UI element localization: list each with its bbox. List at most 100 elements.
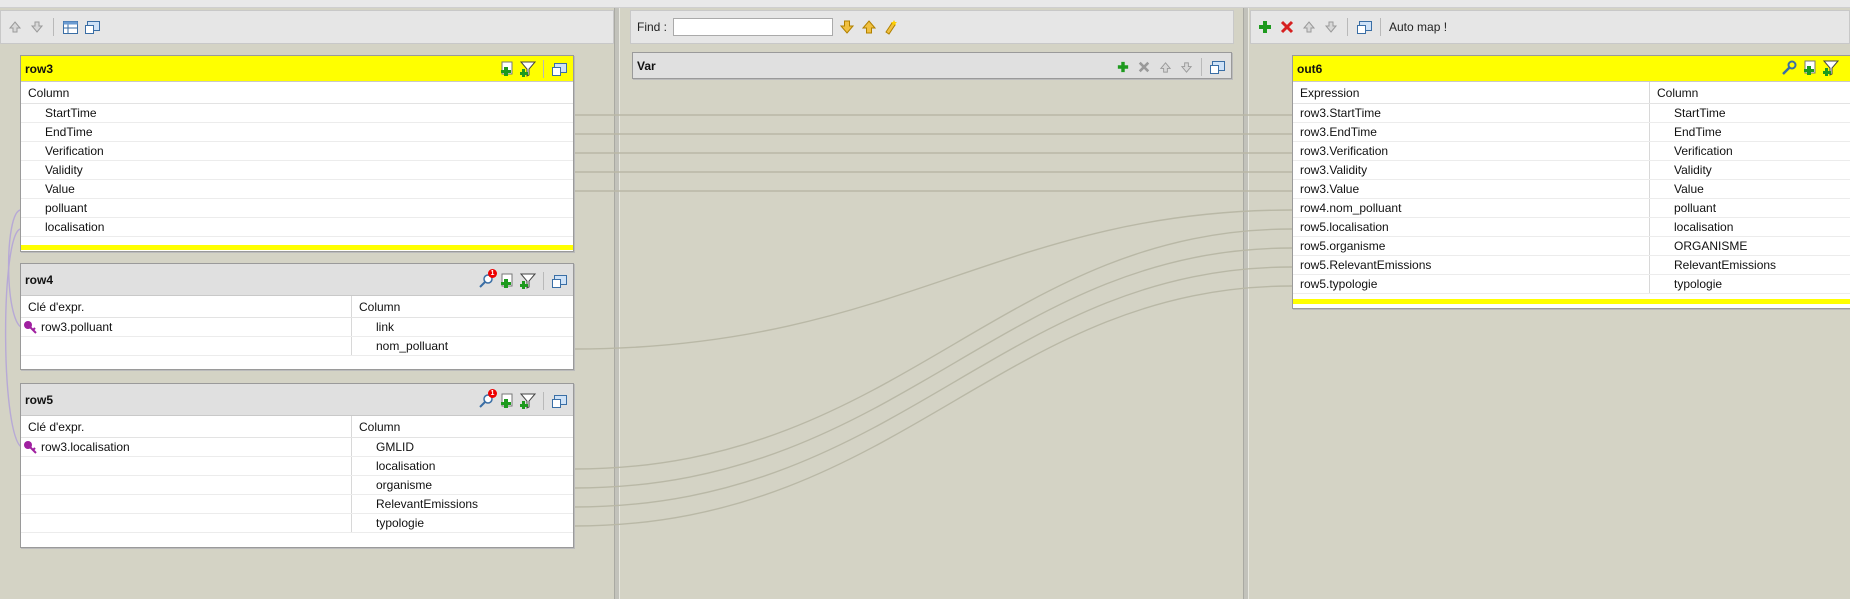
row3-column[interactable]: Validity xyxy=(21,161,573,180)
column-name[interactable]: polluant xyxy=(1649,199,1716,217)
expression-cell[interactable]: row3.Verification xyxy=(1293,142,1649,160)
key-expression[interactable] xyxy=(21,495,351,513)
table-row[interactable]: row5.organisme ORGANISME xyxy=(1293,237,1850,256)
column-name[interactable]: organisme xyxy=(351,476,432,494)
window-icon[interactable] xyxy=(1356,19,1372,35)
arrow-down-icon[interactable] xyxy=(29,19,45,35)
column-name[interactable]: ORGANISME xyxy=(1649,237,1747,255)
column-name[interactable]: typologie xyxy=(1649,275,1722,293)
add-icon[interactable] xyxy=(1115,59,1131,75)
table-row[interactable]: row3.Verification Verification xyxy=(1293,142,1850,161)
row3-column[interactable]: EndTime xyxy=(21,123,573,142)
row3-column[interactable]: Verification xyxy=(21,142,573,161)
row3-column-header: Column xyxy=(21,82,573,104)
key-expression[interactable] xyxy=(21,514,351,532)
var-header: Var xyxy=(633,53,1231,78)
wrench-icon[interactable] xyxy=(1781,60,1797,76)
window-icon[interactable] xyxy=(551,273,567,289)
add-icon[interactable] xyxy=(1257,19,1273,35)
window-icon[interactable] xyxy=(84,19,100,35)
expression-filter-icon[interactable] xyxy=(499,393,515,409)
table-row[interactable]: row3.polluant link xyxy=(21,318,573,337)
row5-title: row5 xyxy=(25,392,54,407)
table-row[interactable]: row5.localisation localisation xyxy=(1293,218,1850,237)
column-name[interactable]: StartTime xyxy=(1649,104,1726,122)
arrow-up-icon[interactable] xyxy=(7,19,23,35)
table-row[interactable]: row5.typologie typologie xyxy=(1293,275,1850,294)
highlight-icon[interactable] xyxy=(883,19,899,35)
column-name[interactable]: RelevantEmissions xyxy=(1649,256,1776,274)
move-down-icon[interactable] xyxy=(1323,19,1339,35)
table-row[interactable]: row3.localisation GMLID xyxy=(21,438,573,457)
column-name[interactable]: Value xyxy=(1649,180,1704,198)
column-name[interactable]: RelevantEmissions xyxy=(351,495,478,513)
table-row[interactable]: row3.Validity Validity xyxy=(1293,161,1850,180)
expression-filter-icon[interactable] xyxy=(499,61,515,77)
window-icon[interactable] xyxy=(551,61,567,77)
move-up-icon[interactable] xyxy=(1301,19,1317,35)
row3-column[interactable]: polluant xyxy=(21,199,573,218)
filter-icon[interactable] xyxy=(520,61,536,77)
column-name[interactable]: link xyxy=(351,318,394,336)
row3-column[interactable]: Value xyxy=(21,180,573,199)
column-name[interactable]: typologie xyxy=(351,514,424,532)
delete-icon[interactable] xyxy=(1279,19,1295,35)
row3-column[interactable]: StartTime xyxy=(21,104,573,123)
link-line xyxy=(573,285,1293,527)
filter-icon[interactable] xyxy=(520,273,536,289)
key-search-icon[interactable]: 1 xyxy=(478,389,497,409)
table-row[interactable]: row3.StartTime StartTime xyxy=(1293,104,1850,123)
column-name[interactable]: EndTime xyxy=(1649,123,1722,141)
table-row[interactable]: organisme xyxy=(21,476,573,495)
table-row[interactable]: RelevantEmissions xyxy=(21,495,573,514)
table-row[interactable]: localisation xyxy=(21,457,573,476)
table-icon[interactable] xyxy=(62,19,78,35)
expression-cell[interactable]: row4.nom_polluant xyxy=(1293,199,1649,217)
table-row[interactable]: nom_polluant xyxy=(21,337,573,356)
filter-icon[interactable] xyxy=(520,393,536,409)
table-row[interactable]: row3.EndTime EndTime xyxy=(1293,123,1850,142)
move-up-icon[interactable] xyxy=(1157,59,1173,75)
find-input[interactable] xyxy=(673,18,834,36)
find-previous-icon[interactable] xyxy=(861,19,877,35)
key-expression[interactable]: row3.localisation xyxy=(41,440,130,454)
column-name[interactable]: Validity xyxy=(1649,161,1712,179)
expression-cell[interactable]: row3.Validity xyxy=(1293,161,1649,179)
move-down-icon[interactable] xyxy=(1178,59,1194,75)
window-icon[interactable] xyxy=(1209,59,1225,75)
key-expression[interactable] xyxy=(21,476,351,494)
filter-icon[interactable] xyxy=(1823,60,1839,76)
column-name[interactable]: GMLID xyxy=(351,438,414,456)
find-label: Find : xyxy=(637,20,668,34)
expression-cell[interactable]: row3.EndTime xyxy=(1293,123,1649,141)
right-splitter[interactable] xyxy=(1243,8,1249,599)
table-row[interactable]: row3.Value Value xyxy=(1293,180,1850,199)
expression-cell[interactable]: row5.RelevantEmissions xyxy=(1293,256,1649,274)
key-expression[interactable] xyxy=(21,337,351,355)
key-search-icon[interactable]: 1 xyxy=(478,269,497,289)
column-name[interactable]: localisation xyxy=(1649,218,1733,236)
row3-column[interactable]: localisation xyxy=(21,218,573,237)
expression-filter-icon[interactable] xyxy=(499,273,515,289)
expression-cell[interactable]: row3.StartTime xyxy=(1293,104,1649,122)
center-toolbar: Find : xyxy=(630,10,1234,44)
table-row[interactable]: row4.nom_polluant polluant xyxy=(1293,199,1850,218)
column-name[interactable]: localisation xyxy=(351,457,435,475)
window-icon[interactable] xyxy=(551,393,567,409)
expression-cell[interactable]: row5.typologie xyxy=(1293,275,1649,293)
expression-cell[interactable]: row3.Value xyxy=(1293,180,1649,198)
left-toolbar xyxy=(0,10,614,44)
table-row[interactable]: row5.RelevantEmissions RelevantEmissions xyxy=(1293,256,1850,275)
auto-map-button[interactable]: Auto map ! xyxy=(1389,20,1447,34)
expression-cell[interactable]: row5.localisation xyxy=(1293,218,1649,236)
column-name[interactable]: Verification xyxy=(1649,142,1733,160)
key-expression[interactable] xyxy=(21,457,351,475)
left-splitter[interactable] xyxy=(614,8,620,599)
expression-cell[interactable]: row5.organisme xyxy=(1293,237,1649,255)
column-name[interactable]: nom_polluant xyxy=(351,337,448,355)
expression-filter-icon[interactable] xyxy=(1802,60,1818,76)
find-next-icon[interactable] xyxy=(839,19,855,35)
key-expression[interactable]: row3.polluant xyxy=(41,320,112,334)
table-row[interactable]: typologie xyxy=(21,514,573,533)
delete-icon[interactable] xyxy=(1136,59,1152,75)
